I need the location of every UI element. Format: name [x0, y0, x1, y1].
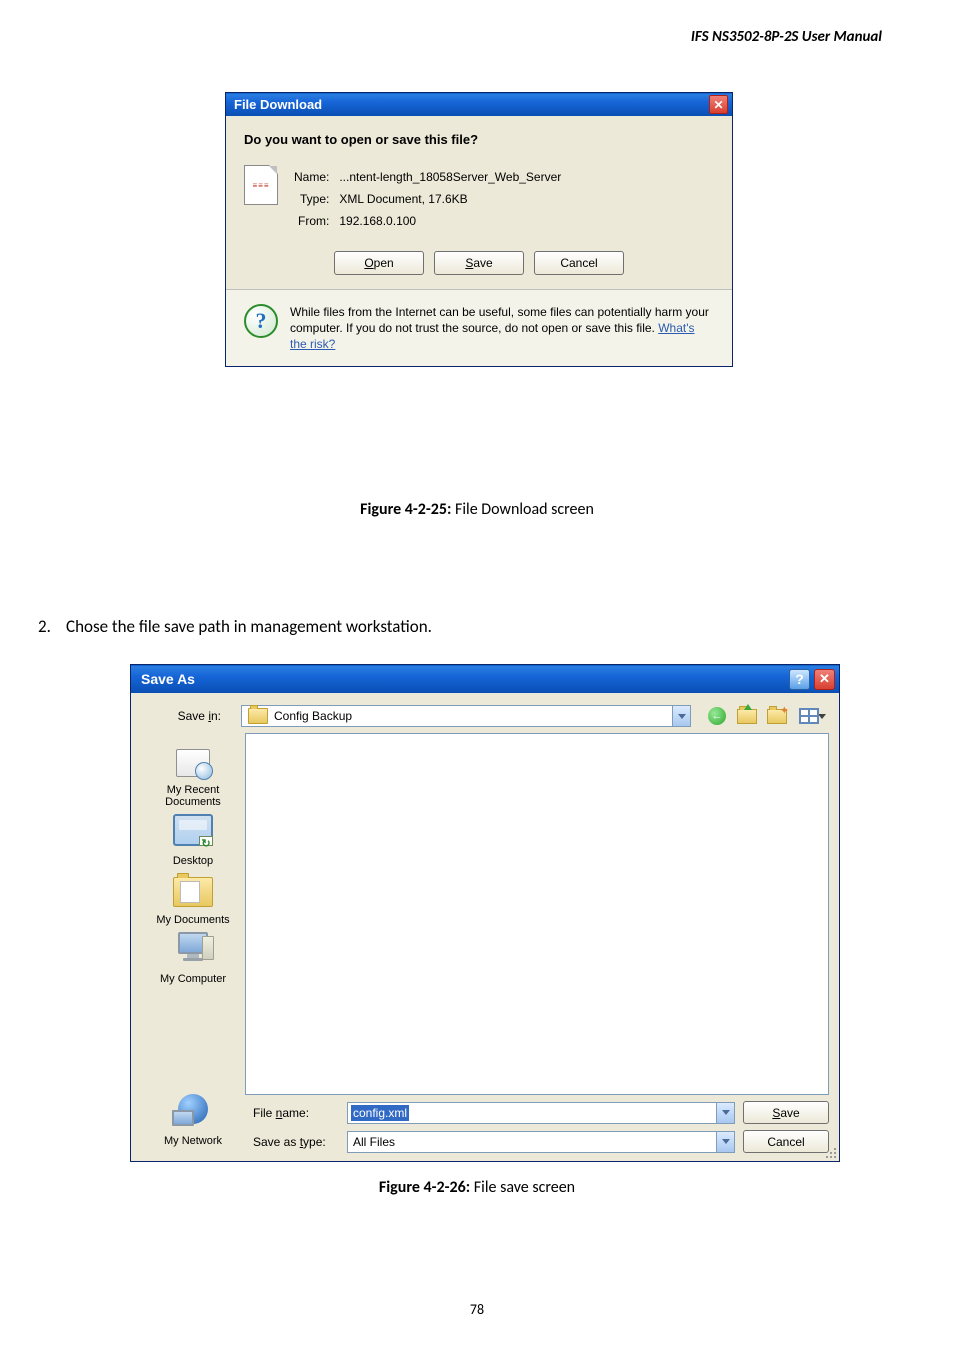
from-value: 192.168.0.100: [339, 211, 561, 231]
warning-panel: ? While files from the Internet can be u…: [226, 290, 732, 366]
save-button[interactable]: Save: [434, 251, 524, 275]
dialog-title: File Download: [234, 97, 322, 112]
page-number: 78: [0, 1301, 954, 1318]
place-my-network[interactable]: My Network: [148, 1094, 238, 1147]
figure-caption-1: Figure 4-2-25: File Download screen: [0, 500, 954, 519]
create-new-folder-button[interactable]: ✦: [765, 705, 789, 727]
type-label: Type:: [294, 189, 337, 209]
cancel-button[interactable]: Cancel: [534, 251, 624, 275]
name-value: ...ntent-length_18058Server_Web_Server: [339, 167, 561, 187]
step-2-text: 2.Chose the file save path in management…: [38, 616, 432, 637]
folder-up-icon: [737, 709, 757, 724]
back-arrow-icon: ←: [708, 707, 726, 725]
save-button[interactable]: Save: [743, 1101, 829, 1124]
views-button[interactable]: [795, 705, 829, 727]
back-button[interactable]: ←: [705, 705, 729, 727]
file-name-field[interactable]: config.xml: [347, 1102, 735, 1124]
recent-documents-icon: [173, 743, 213, 781]
save-in-value: Config Backup: [274, 709, 352, 723]
help-shield-icon: ?: [244, 304, 278, 338]
place-desktop[interactable]: ↻ Desktop: [148, 814, 238, 867]
open-button[interactable]: Open: [334, 251, 424, 275]
my-network-icon: [173, 1094, 213, 1132]
save-as-type-field[interactable]: All Files: [347, 1131, 735, 1153]
resize-grip-icon[interactable]: [823, 1145, 837, 1159]
chevron-down-icon[interactable]: [672, 706, 690, 726]
save-as-type-label: Save as type:: [245, 1135, 339, 1149]
save-in-dropdown[interactable]: Config Backup: [241, 705, 691, 727]
file-name-value: config.xml: [351, 1105, 409, 1121]
my-computer-icon: [173, 932, 213, 970]
type-value: XML Document, 17.6KB: [339, 189, 561, 209]
file-list-area[interactable]: [245, 733, 829, 1095]
dialog-heading: Do you want to open or save this file?: [244, 132, 714, 147]
place-my-documents[interactable]: My Documents: [148, 873, 238, 926]
file-download-dialog: File Download ✕ Do you want to open or s…: [225, 92, 733, 367]
chevron-down-icon[interactable]: [716, 1132, 734, 1152]
xml-file-icon: ≡≡≡: [244, 165, 278, 205]
views-icon: [799, 708, 819, 724]
place-my-recent-documents[interactable]: My Recent Documents: [148, 743, 238, 808]
save-as-dialog: Save As ? ✕ Save in: Config Backup ← ✦: [130, 664, 840, 1162]
help-icon[interactable]: ?: [789, 669, 810, 690]
chevron-down-icon[interactable]: [716, 1103, 734, 1123]
saveas-titlebar: Save As ? ✕: [131, 665, 839, 693]
place-my-computer[interactable]: My Computer: [148, 932, 238, 985]
dialog-titlebar: File Download ✕: [226, 93, 732, 116]
cancel-button[interactable]: Cancel: [743, 1130, 829, 1153]
close-icon[interactable]: ✕: [709, 95, 728, 114]
save-in-label: Save in:: [141, 709, 233, 723]
file-info-table: Name: ...ntent-length_18058Server_Web_Se…: [292, 165, 563, 233]
from-label: From:: [294, 211, 337, 231]
save-as-type-value: All Files: [353, 1135, 395, 1149]
up-one-level-button[interactable]: [735, 705, 759, 727]
saveas-title: Save As: [141, 671, 195, 687]
folder-icon: [248, 708, 268, 724]
figure-caption-2: Figure 4-2-26: File save screen: [0, 1178, 954, 1197]
close-icon[interactable]: ✕: [814, 669, 835, 690]
desktop-icon: ↻: [173, 814, 213, 852]
page-header: IFS NS3502-8P-2S User Manual: [691, 28, 882, 46]
warning-text: While files from the Internet can be use…: [290, 304, 714, 352]
my-documents-icon: [173, 873, 213, 911]
places-bar: My Recent Documents ↻ Desktop My Documen…: [141, 733, 245, 1153]
new-folder-icon: ✦: [767, 709, 787, 724]
name-label: Name:: [294, 167, 337, 187]
file-name-label: File name:: [245, 1106, 339, 1120]
